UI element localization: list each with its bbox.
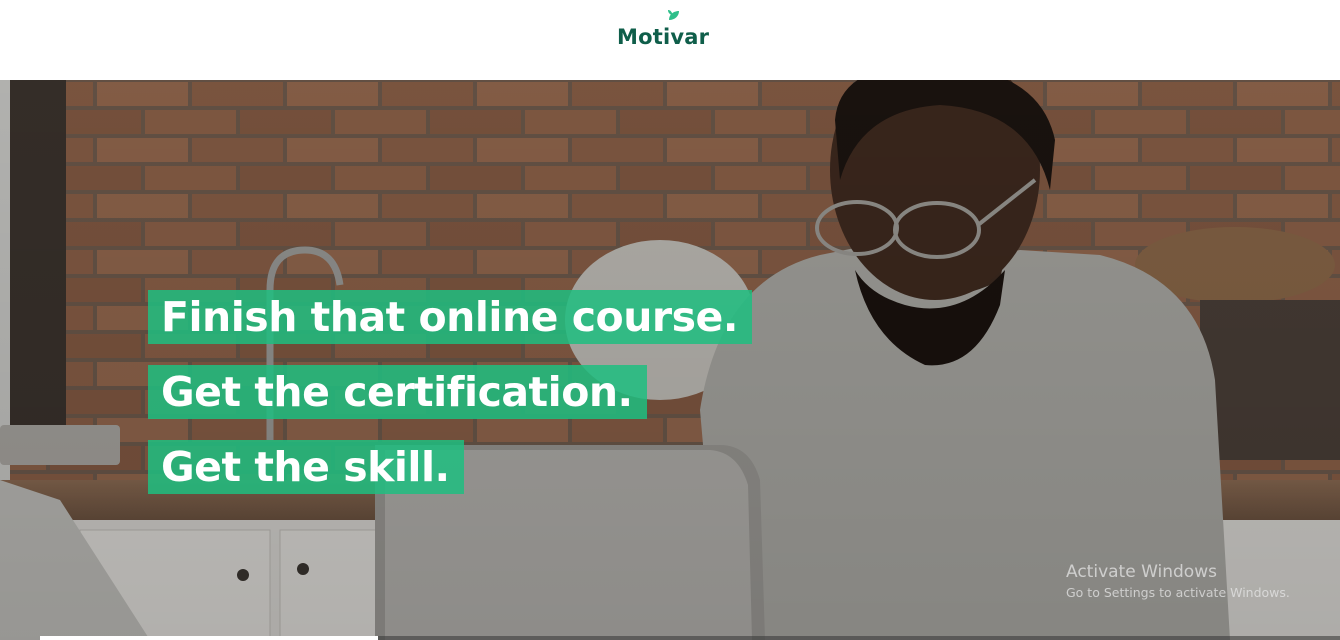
- slide-progress-fill: [40, 636, 378, 640]
- watermark-subtitle: Go to Settings to activate Windows.: [1066, 585, 1290, 600]
- hero-headline-1: Finish that online course.: [148, 290, 752, 344]
- site-header: Motivar: [0, 0, 1340, 80]
- windows-activation-watermark: Activate Windows Go to Settings to activ…: [1066, 561, 1290, 603]
- hero-headline-2: Get the certification.: [148, 365, 647, 419]
- hero-banner: Finish that online course. Get the certi…: [0, 80, 1340, 640]
- brand-name: Motivar: [617, 25, 710, 49]
- hero-headline-3: Get the skill.: [148, 440, 464, 494]
- watermark-title: Activate Windows: [1066, 562, 1217, 582]
- slide-progress-bar: [40, 636, 1340, 640]
- hero-background-photo: [0, 80, 1340, 640]
- brand-logo[interactable]: Motivar: [617, 10, 710, 49]
- leaf-icon: [668, 10, 679, 20]
